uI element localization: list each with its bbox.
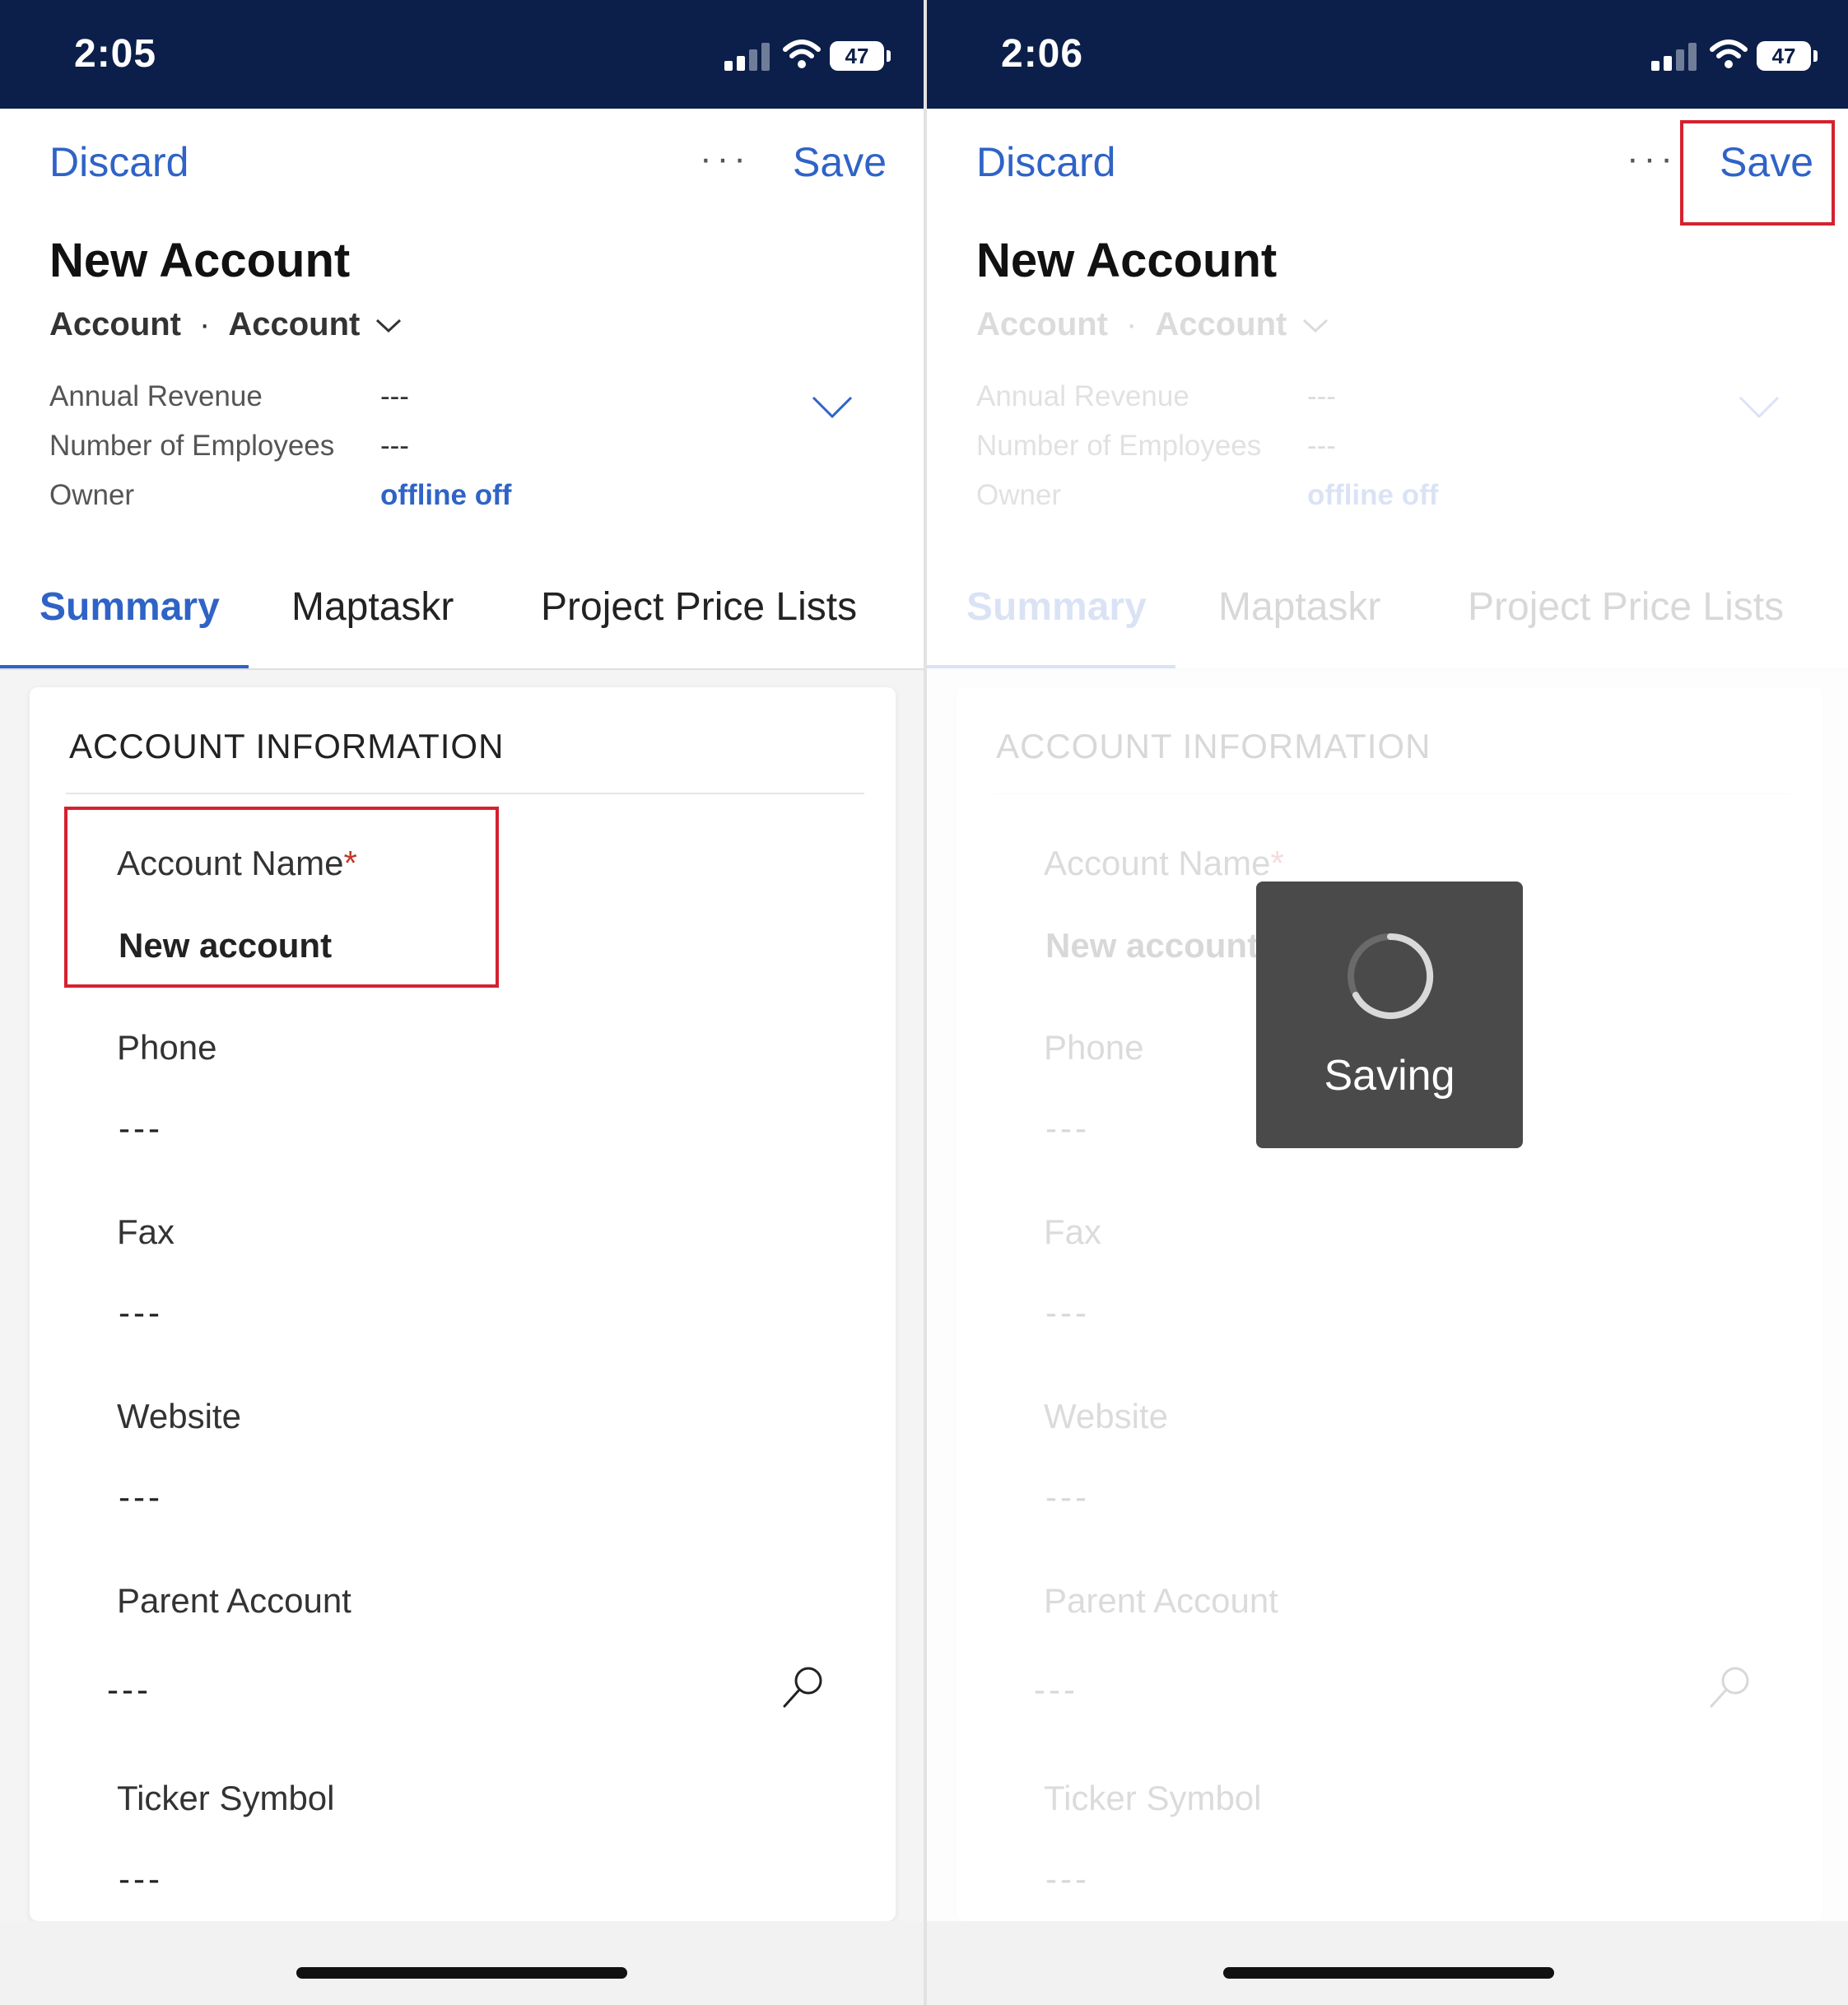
battery-icon: 47 (830, 41, 891, 71)
header-value-owner[interactable]: offline off (380, 479, 511, 512)
wifi-icon (783, 40, 821, 68)
active-tab-indicator (927, 665, 1175, 668)
field-label-phone: Phone (117, 1028, 217, 1067)
tab-summary[interactable]: Summary (40, 584, 220, 630)
battery-icon: 47 (1757, 41, 1818, 71)
header-value-annual-revenue: --- (1307, 380, 1336, 412)
tab-project-price-lists[interactable]: Project Price Lists (1468, 584, 1784, 630)
active-tab-indicator (0, 665, 249, 668)
highlight-save-button (1680, 120, 1835, 226)
form-selector[interactable]: Account (228, 306, 360, 342)
field-label-account-name: Account Name* (1044, 844, 1284, 882)
phone-input[interactable]: --- (119, 1109, 163, 1148)
comparison-stage: 2:05 47 Discard ··· Save New Account Acc… (0, 0, 1848, 2005)
field-label-website: Website (117, 1397, 241, 1435)
header-label-employees: Number of Employees (49, 430, 335, 462)
separator-dot: · (1126, 306, 1138, 342)
field-label-ticker-symbol: Ticker Symbol (117, 1779, 335, 1817)
field-label-website: Website (1044, 1397, 1168, 1435)
tab-bar: Summary Maptaskr Project Price Lists (0, 576, 924, 670)
separator-dot: · (199, 306, 211, 342)
section-divider (993, 793, 1791, 794)
section-title: ACCOUNT INFORMATION (69, 727, 505, 765)
saving-overlay: Saving (1256, 882, 1523, 1148)
fax-input[interactable]: --- (119, 1293, 163, 1333)
tab-summary[interactable]: Summary (966, 584, 1147, 630)
ticker-symbol-input[interactable]: --- (1045, 1859, 1090, 1899)
status-time: 2:05 (74, 32, 157, 76)
website-input[interactable]: --- (119, 1477, 163, 1517)
header-value-annual-revenue: --- (380, 380, 409, 412)
search-icon[interactable] (1707, 1664, 1753, 1710)
record-subtitle: Account · Account (49, 306, 403, 343)
highlight-account-name (64, 807, 499, 988)
expand-header-chevron-icon[interactable] (811, 395, 854, 420)
header-label-owner: Owner (49, 479, 135, 511)
field-label-parent-account: Parent Account (117, 1581, 351, 1620)
field-label-phone: Phone (1044, 1028, 1144, 1067)
status-bar: 2:05 47 (0, 0, 924, 109)
ticker-symbol-input[interactable]: --- (119, 1859, 163, 1899)
saving-label: Saving (1324, 1052, 1455, 1100)
cellular-signal-icon (1651, 43, 1699, 71)
tab-bar: Summary Maptaskr Project Price Lists (927, 576, 1848, 670)
phone-input[interactable]: --- (1045, 1109, 1090, 1148)
header-label-employees: Number of Employees (976, 430, 1262, 462)
bottom-safe-area (927, 1921, 1848, 2005)
form-selector[interactable]: Account (1155, 306, 1287, 342)
tab-project-price-lists[interactable]: Project Price Lists (541, 584, 857, 630)
cellular-signal-icon (724, 43, 772, 71)
header-value-employees: --- (1307, 430, 1336, 462)
expand-header-chevron-icon[interactable] (1738, 395, 1781, 420)
status-bar: 2:06 47 (927, 0, 1848, 109)
section-divider (66, 793, 864, 794)
field-label-ticker-symbol: Ticker Symbol (1044, 1779, 1262, 1817)
loading-spinner-icon (1348, 933, 1434, 1019)
chevron-down-icon[interactable] (375, 318, 403, 334)
header-label-annual-revenue: Annual Revenue (49, 380, 263, 412)
required-marker: * (1270, 844, 1284, 882)
account-name-input[interactable]: New account (1045, 926, 1259, 965)
home-indicator (1223, 1967, 1554, 1979)
tab-maptaskr[interactable]: Maptaskr (1218, 584, 1380, 630)
tab-maptaskr[interactable]: Maptaskr (291, 584, 454, 630)
search-icon[interactable] (780, 1664, 826, 1710)
header-value-employees: --- (380, 430, 409, 462)
home-indicator (296, 1967, 627, 1979)
field-label-fax: Fax (1044, 1212, 1102, 1251)
discard-button[interactable]: Discard (49, 138, 189, 186)
website-input[interactable]: --- (1045, 1477, 1090, 1517)
account-information-card: ACCOUNT INFORMATION Account Name* New ac… (957, 687, 1822, 1921)
header-label-owner: Owner (976, 479, 1062, 511)
status-time: 2:06 (1001, 32, 1084, 76)
screen-saving: 2:06 47 Discard ··· Save New Account Acc… (927, 0, 1848, 2005)
fax-input[interactable]: --- (1045, 1293, 1090, 1333)
more-options-button[interactable]: ··· (700, 138, 751, 179)
save-button[interactable]: Save (793, 138, 887, 186)
field-label-fax: Fax (117, 1212, 175, 1251)
chevron-down-icon[interactable] (1301, 318, 1329, 334)
discard-button[interactable]: Discard (976, 138, 1115, 186)
record-subtitle: Account · Account (976, 306, 1329, 343)
entity-name: Account (49, 306, 181, 342)
parent-account-lookup[interactable]: --- (1034, 1670, 1078, 1710)
bottom-safe-area (0, 1921, 924, 2005)
header-value-owner[interactable]: offline off (1307, 479, 1438, 512)
header-label-annual-revenue: Annual Revenue (976, 380, 1189, 412)
parent-account-lookup[interactable]: --- (107, 1670, 151, 1710)
wifi-icon (1710, 40, 1748, 68)
field-label-parent-account: Parent Account (1044, 1581, 1278, 1620)
section-title: ACCOUNT INFORMATION (996, 727, 1431, 765)
record-title: New Account (49, 234, 351, 287)
screen-before-save: 2:05 47 Discard ··· Save New Account Acc… (0, 0, 924, 2005)
record-title: New Account (976, 234, 1278, 287)
more-options-button[interactable]: ··· (1627, 138, 1678, 179)
entity-name: Account (976, 306, 1108, 342)
